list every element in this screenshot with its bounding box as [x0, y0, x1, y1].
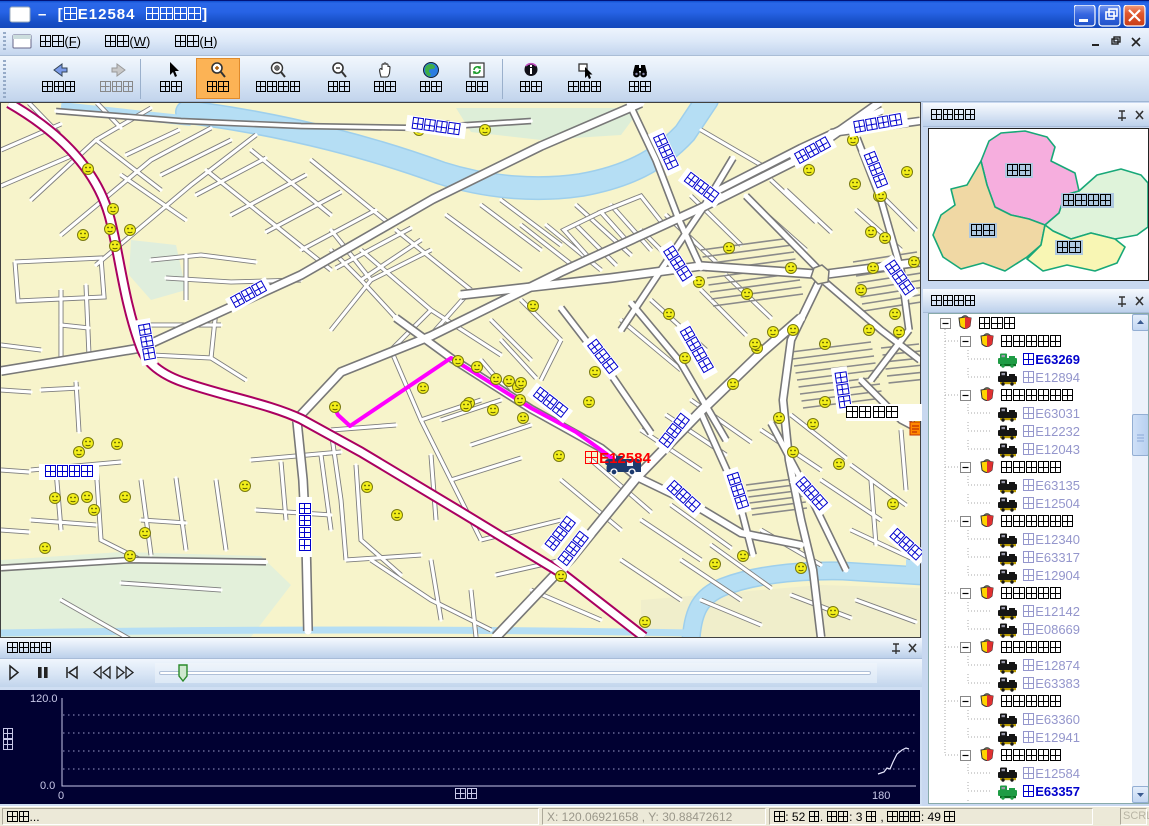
svg-text:0: 0 — [58, 790, 64, 802]
svg-text:0.0: 0.0 — [40, 780, 55, 792]
svg-text:120.0: 120.0 — [30, 693, 58, 705]
svg-text:180: 180 — [872, 790, 890, 802]
